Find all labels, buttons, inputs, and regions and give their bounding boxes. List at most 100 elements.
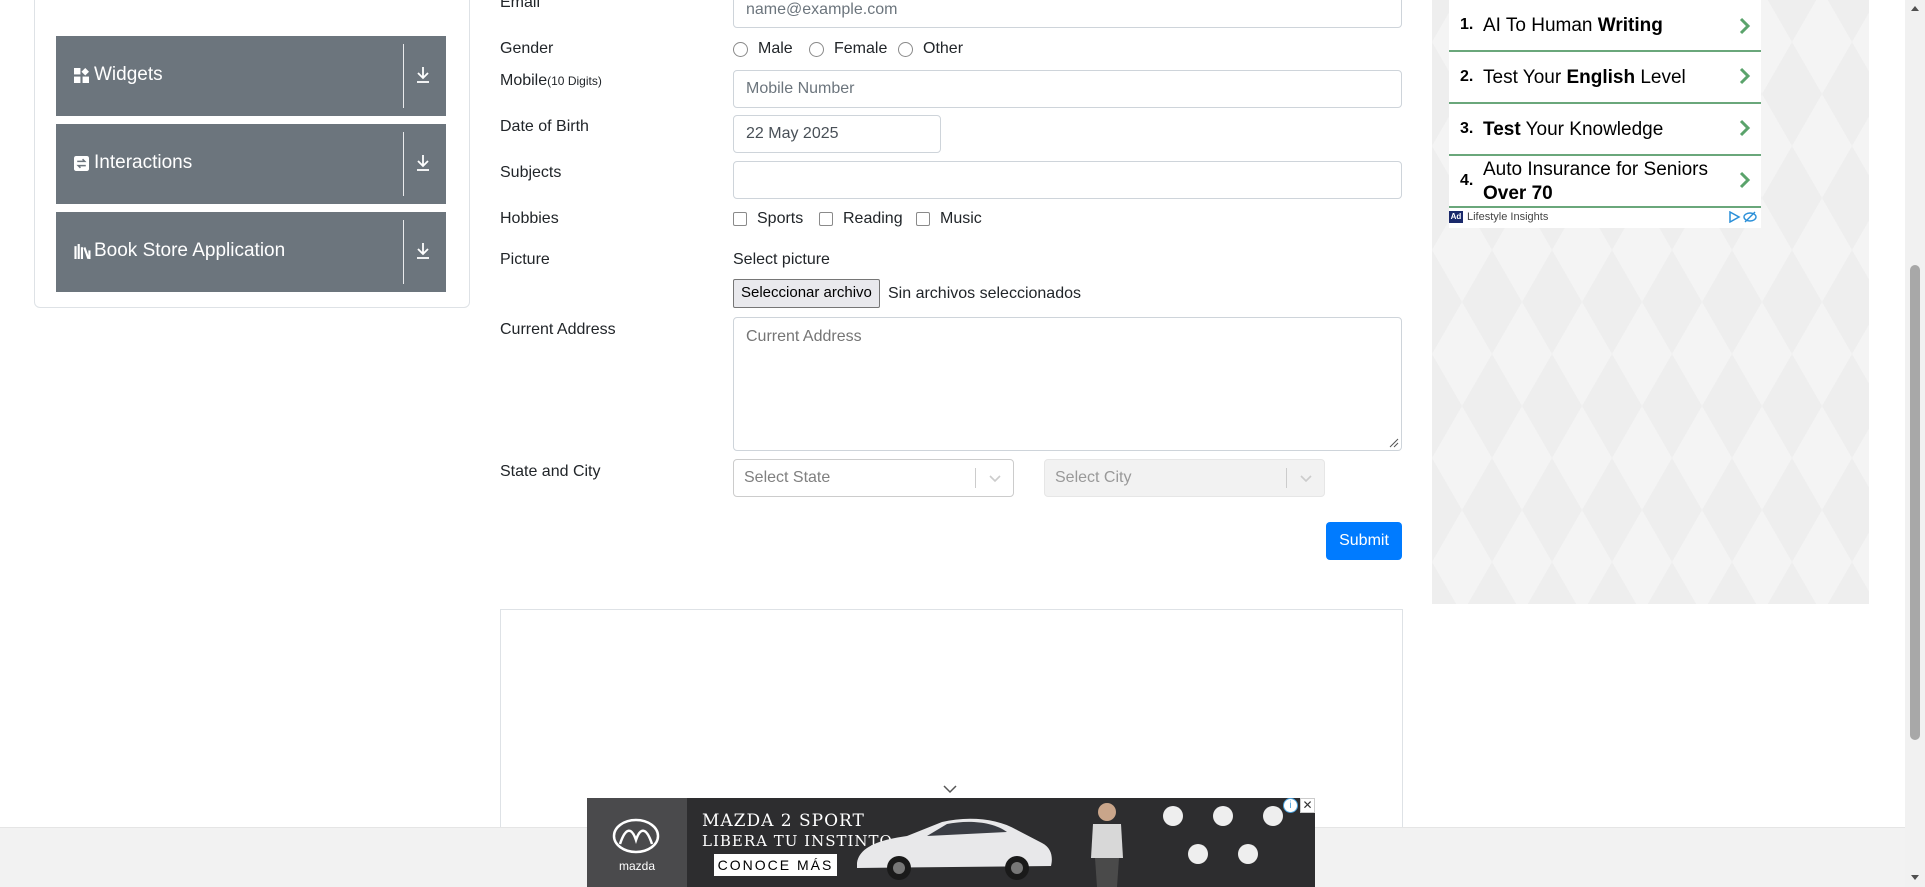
scroll-down-icon[interactable] xyxy=(1910,874,1920,882)
checkbox-box[interactable] xyxy=(819,212,833,226)
email-field[interactable]: name@example.com xyxy=(733,0,1402,28)
sidebar-group-label: Interactions xyxy=(94,152,193,173)
ad-list: 1. AI To Human Writing 2. Test Your Engl… xyxy=(1449,0,1761,228)
divider xyxy=(403,220,404,284)
state-placeholder: Select State xyxy=(744,469,831,486)
gender-radio-male[interactable]: Male xyxy=(733,40,793,58)
address-label: Current Address xyxy=(500,321,616,338)
ad-text-part: Auto Insurance for Seniors xyxy=(1483,159,1708,180)
feature-item xyxy=(1172,844,1224,866)
ad-text: AI To Human Writing xyxy=(1483,14,1723,38)
hide-ad-icon[interactable] xyxy=(1743,211,1757,223)
chevron-down-icon[interactable] xyxy=(1300,473,1312,483)
banner-headline: MAZDA 2 SPORT xyxy=(702,811,865,831)
side-ad-panel: 1. AI To Human Writing 2. Test Your Engl… xyxy=(1432,0,1869,604)
checkbox-box[interactable] xyxy=(916,212,930,226)
ad-link[interactable]: 4. Auto Insurance for Seniors Over 70 xyxy=(1449,156,1761,208)
checkbox-label: Sports xyxy=(757,210,804,227)
hobby-checkbox-reading[interactable]: Reading xyxy=(819,210,903,228)
widgets-icon xyxy=(74,68,89,83)
ad-badge: Ad xyxy=(1449,211,1463,223)
mazda-wordmark: mazda xyxy=(618,859,656,873)
state-select[interactable]: Select State xyxy=(733,459,1014,497)
radio-circle[interactable] xyxy=(809,41,824,57)
file-status: Sin archivos seleccionados xyxy=(888,285,1081,302)
hobbies-label: Hobbies xyxy=(500,210,559,227)
ad-number: 2. xyxy=(1460,68,1474,85)
ad-info-icon[interactable]: i xyxy=(1283,798,1298,813)
gender-radio-female[interactable]: Female xyxy=(809,40,887,58)
sidebar-group-label: Widgets xyxy=(94,64,163,85)
chevron-right-icon xyxy=(1739,17,1751,35)
feature-icon xyxy=(1213,806,1233,826)
choose-file-button[interactable]: Seleccionar archivo xyxy=(733,279,880,308)
sidebar-group-interactions[interactable]: Interactions xyxy=(56,124,446,204)
checkbox-label: Music xyxy=(940,210,982,227)
checkbox-label: Reading xyxy=(843,210,903,227)
page-scrollbar[interactable] xyxy=(1905,0,1925,887)
ad-link[interactable]: 2. Test Your English Level xyxy=(1449,52,1761,104)
address-placeholder: Current Address xyxy=(746,328,862,345)
download-icon[interactable] xyxy=(415,65,431,85)
radio-circle[interactable] xyxy=(733,41,748,57)
mobile-label-text: Mobile xyxy=(500,72,548,89)
feature-icon xyxy=(1263,806,1283,826)
ad-number: 1. xyxy=(1460,16,1474,33)
mobile-label: Mobile(10 Digits) xyxy=(500,72,602,90)
picture-caption: Select picture xyxy=(733,251,830,268)
city-placeholder: Select City xyxy=(1055,469,1132,486)
radio-circle[interactable] xyxy=(898,41,913,57)
chevron-right-icon xyxy=(1739,119,1751,137)
ad-link[interactable]: 1. AI To Human Writing xyxy=(1449,0,1761,52)
divider xyxy=(1286,468,1287,488)
radio-label: Female xyxy=(834,40,888,57)
submit-button[interactable]: Submit xyxy=(1326,522,1402,560)
feature-icon xyxy=(1238,844,1258,864)
hobby-checkbox-sports[interactable]: Sports xyxy=(733,210,803,228)
ad-text-bold: Writing xyxy=(1597,15,1663,36)
close-ad-icon[interactable]: ✕ xyxy=(1300,798,1315,813)
ad-link[interactable]: 3. Test Your Knowledge xyxy=(1449,104,1761,156)
checkbox-box[interactable] xyxy=(733,212,747,226)
interactions-icon xyxy=(74,156,89,171)
scroll-up-icon[interactable] xyxy=(1910,4,1920,12)
chevron-down-icon[interactable] xyxy=(989,473,1001,483)
ad-number: 4. xyxy=(1460,172,1474,189)
feature-item xyxy=(1197,806,1249,828)
city-select[interactable]: Select City xyxy=(1044,459,1325,497)
resize-handle-icon[interactable] xyxy=(1389,438,1399,448)
person-image xyxy=(1091,803,1123,887)
gender-label: Gender xyxy=(500,40,554,57)
state-city-label: State and City xyxy=(500,463,601,480)
sidebar-group-widgets[interactable]: Widgets xyxy=(56,36,446,116)
chevron-right-icon xyxy=(1739,171,1751,189)
feature-item xyxy=(1147,806,1199,828)
adchoices-icon[interactable] xyxy=(1727,211,1741,223)
gender-radio-other[interactable]: Other xyxy=(898,40,963,58)
banner-cta-button[interactable]: CONOCE MÁS xyxy=(714,854,837,876)
subjects-label: Subjects xyxy=(500,164,562,181)
download-icon[interactable] xyxy=(415,241,431,261)
mazda-banner-ad[interactable]: mazda MAZDA 2 SPORT LIBERA TU INSTINTO C… xyxy=(587,798,1315,887)
ad-text-part: Level xyxy=(1635,67,1686,88)
download-icon[interactable] xyxy=(415,153,431,173)
hobby-checkbox-music[interactable]: Music xyxy=(916,210,982,228)
chevron-right-icon xyxy=(1739,67,1751,85)
car-image xyxy=(857,818,1052,880)
divider xyxy=(403,44,404,108)
sidebar-panel: Widgets Interactions Book Store Applicat… xyxy=(34,0,470,308)
ad-text: Test Your Knowledge xyxy=(1483,118,1723,142)
dob-input[interactable]: 22 May 2025 xyxy=(733,115,941,153)
divider xyxy=(975,468,976,488)
mobile-field[interactable]: Mobile Number xyxy=(733,70,1402,108)
subjects-input[interactable] xyxy=(733,161,1402,199)
book-store-icon xyxy=(74,244,91,259)
current-address-textarea[interactable]: Current Address xyxy=(733,317,1402,451)
ad-text-part: Test Your xyxy=(1483,67,1567,88)
scrollbar-thumb[interactable] xyxy=(1910,265,1920,740)
ad-text-bold: Over 70 xyxy=(1483,183,1553,204)
chevron-down-icon[interactable] xyxy=(942,784,958,794)
mobile-hint: (10 Digits) xyxy=(547,74,602,88)
mazda-brand-box: mazda xyxy=(587,798,687,887)
sidebar-group-book-store[interactable]: Book Store Application xyxy=(56,212,446,292)
